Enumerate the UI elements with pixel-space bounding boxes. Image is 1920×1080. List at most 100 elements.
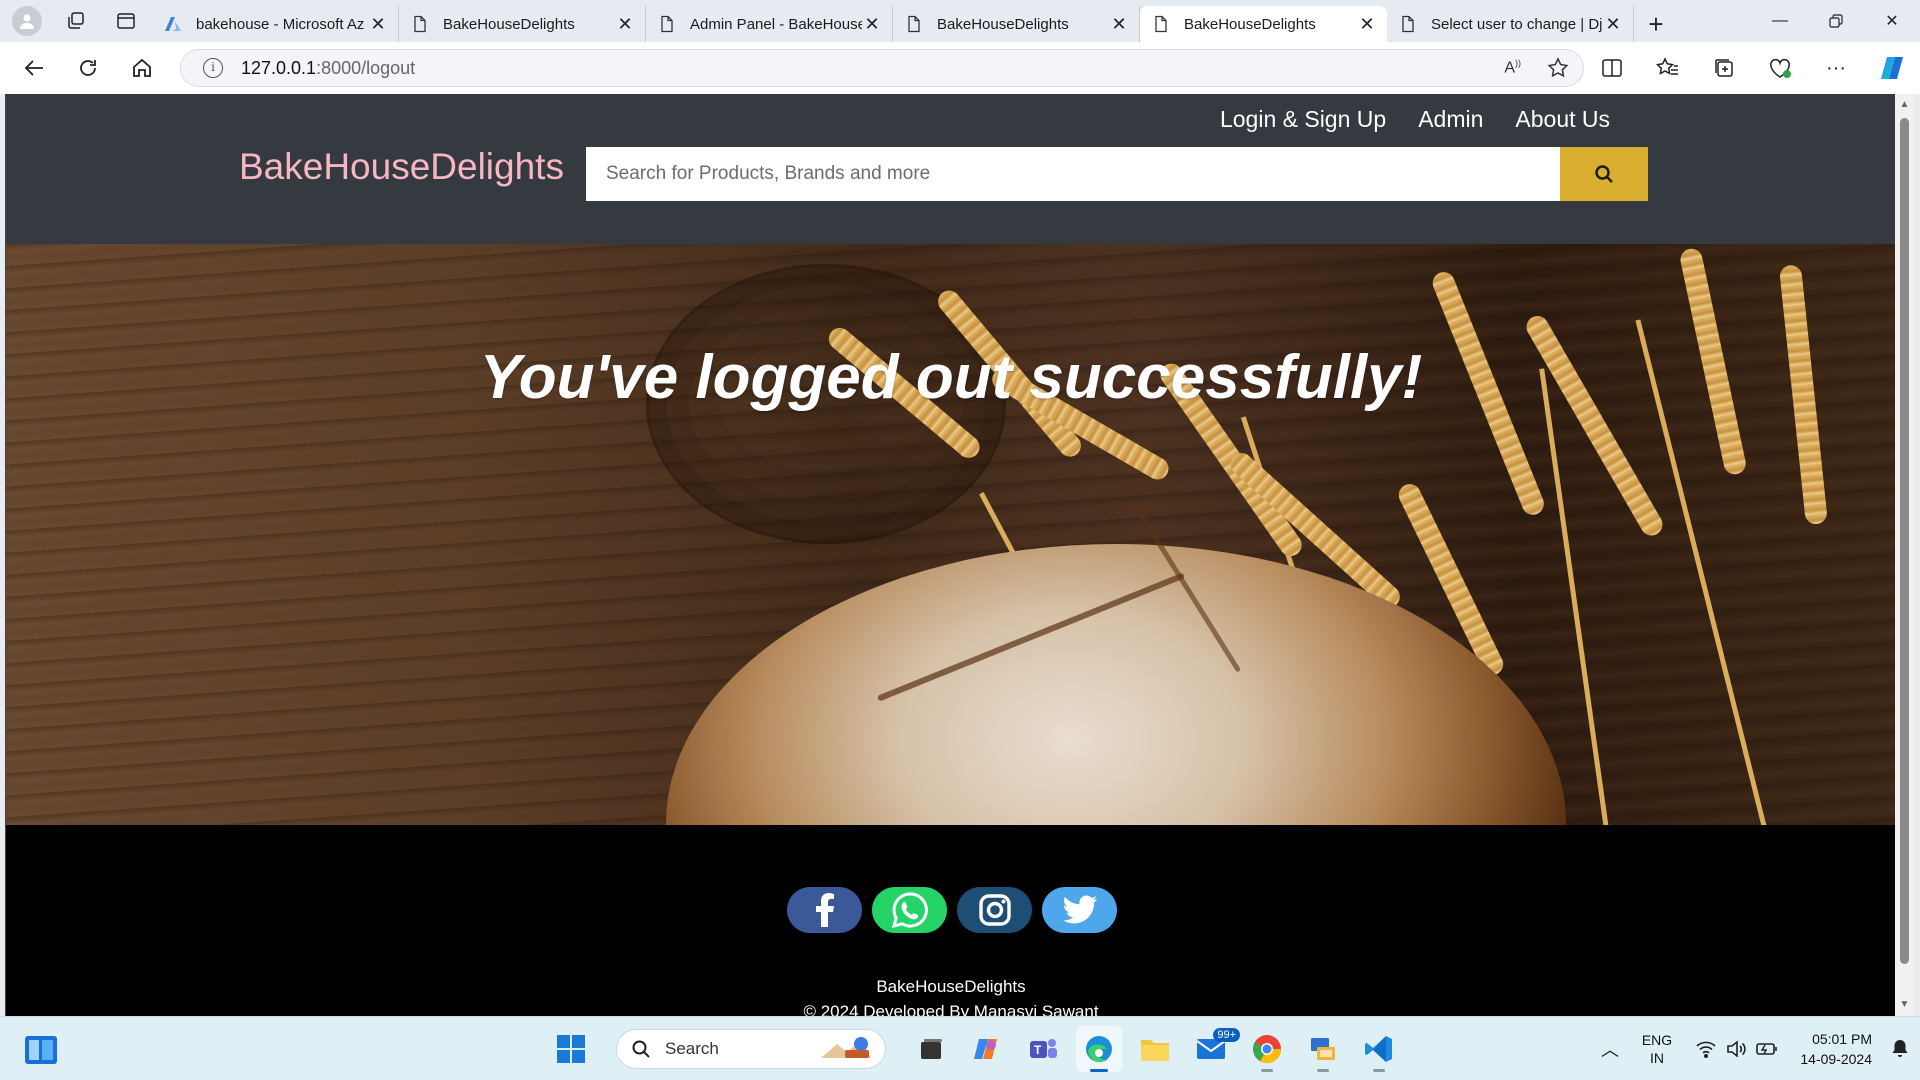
running-indicator [1373,1069,1385,1072]
read-aloud-icon[interactable]: A)) [1504,58,1521,77]
taskbar-apps: Search T 99+ [548,1025,1402,1073]
svg-text:T: T [1034,1043,1042,1057]
mail-icon[interactable]: 99+ [1188,1026,1240,1072]
scrollbar-thumb[interactable] [1900,118,1909,964]
bread-loaf [666,544,1566,825]
tab-label: BakeHouseDelights [443,15,575,33]
url-path: :8000/logout [316,57,416,78]
search-highlight-icon [817,1032,875,1067]
close-tab-icon[interactable]: ✕ [1109,14,1129,34]
file-explorer-icon[interactable] [1132,1026,1178,1072]
browser-tab[interactable]: Admin Panel - BakeHouse ✕ [646,6,893,42]
search-icon [632,1040,650,1058]
volume-icon [1727,1040,1746,1058]
taskbar-search[interactable]: Search [616,1029,886,1069]
favorites-icon[interactable] [1640,57,1696,79]
home-icon[interactable] [122,48,162,88]
social-links [787,887,1117,933]
page-icon [1402,15,1414,33]
page-icon [414,15,426,33]
nav-about-us[interactable]: About Us [1515,106,1610,133]
split-screen-icon[interactable] [1584,57,1640,79]
vscode-icon[interactable] [1356,1026,1402,1072]
taskbar-clock[interactable]: 05:01 PM 14-09-2024 [1790,1029,1880,1069]
browser-tab[interactable]: Select user to change | Dj ✕ [1387,6,1634,42]
mail-badge: 99+ [1213,1028,1240,1042]
new-tab-button[interactable]: + [1634,6,1678,42]
system-tray: ︿ ENG IN 05:01 PM 14-09-2024 [1590,1017,1920,1080]
close-tab-icon[interactable]: ✕ [862,14,882,34]
browser-tab[interactable]: BakeHouseDelights ✕ [399,6,646,42]
window-controls: — ✕ [1752,0,1920,42]
tab-actions-icon[interactable] [110,5,142,37]
facebook-icon [815,893,834,927]
page-scrollbar[interactable]: ▲ ▼ [1895,94,1914,1016]
back-icon[interactable] [14,48,54,88]
footer-copyright: © 2024 Developed By Manasvi Sawant [803,1002,1099,1016]
show-hidden-icons-icon[interactable]: ︿ [1590,1036,1630,1062]
scroll-down-icon[interactable]: ▼ [1895,996,1914,1014]
profile-icon[interactable] [12,6,42,36]
close-tab-icon[interactable]: ✕ [368,14,388,34]
tab-list: bakehouse - Microsoft Az ✕ BakeHouseDeli… [152,0,1678,42]
close-tab-icon[interactable]: ✕ [1603,14,1623,34]
twitter-icon [1062,895,1097,924]
nav-login-signup[interactable]: Login & Sign Up [1220,106,1386,133]
search-button[interactable] [1560,147,1648,201]
tab-label: Select user to change | Dj [1431,15,1603,33]
tray-status-icons[interactable] [1684,1040,1790,1058]
browser-tab[interactable]: BakeHouseDelights ✕ [893,6,1140,42]
instagram-icon [978,894,1011,926]
twitter-link[interactable] [1042,887,1117,933]
refresh-icon[interactable] [68,48,108,88]
task-view-icon[interactable] [908,1026,954,1072]
browser-tab-active[interactable]: BakeHouseDelights ✕ [1140,6,1387,42]
teams-icon[interactable]: T [1020,1026,1066,1072]
favorite-star-icon[interactable] [1547,57,1569,79]
copilot-app-icon[interactable] [964,1026,1010,1072]
page-icon [661,15,673,33]
nav-admin[interactable]: Admin [1418,106,1483,133]
remote-desktop-icon[interactable] [1300,1026,1346,1072]
windows-taskbar: Search T 99+ ︿ ENG IN 05:01 PM 14-09-202… [0,1016,1920,1080]
instagram-link[interactable] [957,887,1032,933]
battery-icon [1756,1043,1777,1055]
search-input[interactable] [586,147,1560,201]
url-host: 127.0.0.1 [241,57,317,78]
taskbar-search-label: Search [665,1039,719,1058]
chrome-icon[interactable] [1244,1026,1290,1072]
collections-icon[interactable] [1696,57,1752,79]
widgets-icon[interactable] [24,1035,58,1070]
notification-bell-icon[interactable] [1880,1039,1920,1059]
close-window-icon[interactable]: ✕ [1864,0,1920,42]
browser-essentials-icon[interactable] [1752,57,1808,79]
copilot-icon[interactable] [1864,54,1920,82]
start-menu-icon[interactable] [548,1026,594,1072]
site-info-icon[interactable]: i [203,58,223,78]
azure-icon [165,17,181,31]
tab-label: BakeHouseDelights [1184,15,1316,33]
search-icon [1595,165,1613,183]
lang-region: IN [1650,1050,1664,1066]
minimize-icon[interactable]: — [1752,0,1808,42]
whatsapp-icon [891,892,928,929]
browser-tab[interactable]: bakehouse - Microsoft Az ✕ [152,6,399,42]
page-viewport: Login & Sign Up Admin About Us BakeHouse… [5,94,1895,1016]
address-bar[interactable]: i 127.0.0.1:8000/logout A)) [180,49,1584,87]
wifi-icon [1696,1041,1716,1058]
browser-toolbar: i 127.0.0.1:8000/logout A)) ··· [0,42,1920,94]
page-icon [908,15,920,33]
restore-icon[interactable] [1808,0,1864,42]
language-indicator[interactable]: ENG IN [1630,1031,1684,1067]
workspaces-icon[interactable] [60,5,92,37]
edge-browser-icon[interactable] [1076,1026,1122,1072]
more-menu-icon[interactable]: ··· [1808,57,1864,80]
clock-time: 05:01 PM [1812,1031,1872,1047]
close-tab-icon[interactable]: ✕ [1357,14,1377,34]
close-tab-icon[interactable]: ✕ [615,14,635,34]
whatsapp-link[interactable] [872,887,947,933]
site-brand[interactable]: BakeHouseDelights [239,146,564,188]
scroll-up-icon[interactable]: ▲ [1895,96,1914,114]
facebook-link[interactable] [787,887,862,933]
footer-brand: BakeHouseDelights [876,977,1026,996]
